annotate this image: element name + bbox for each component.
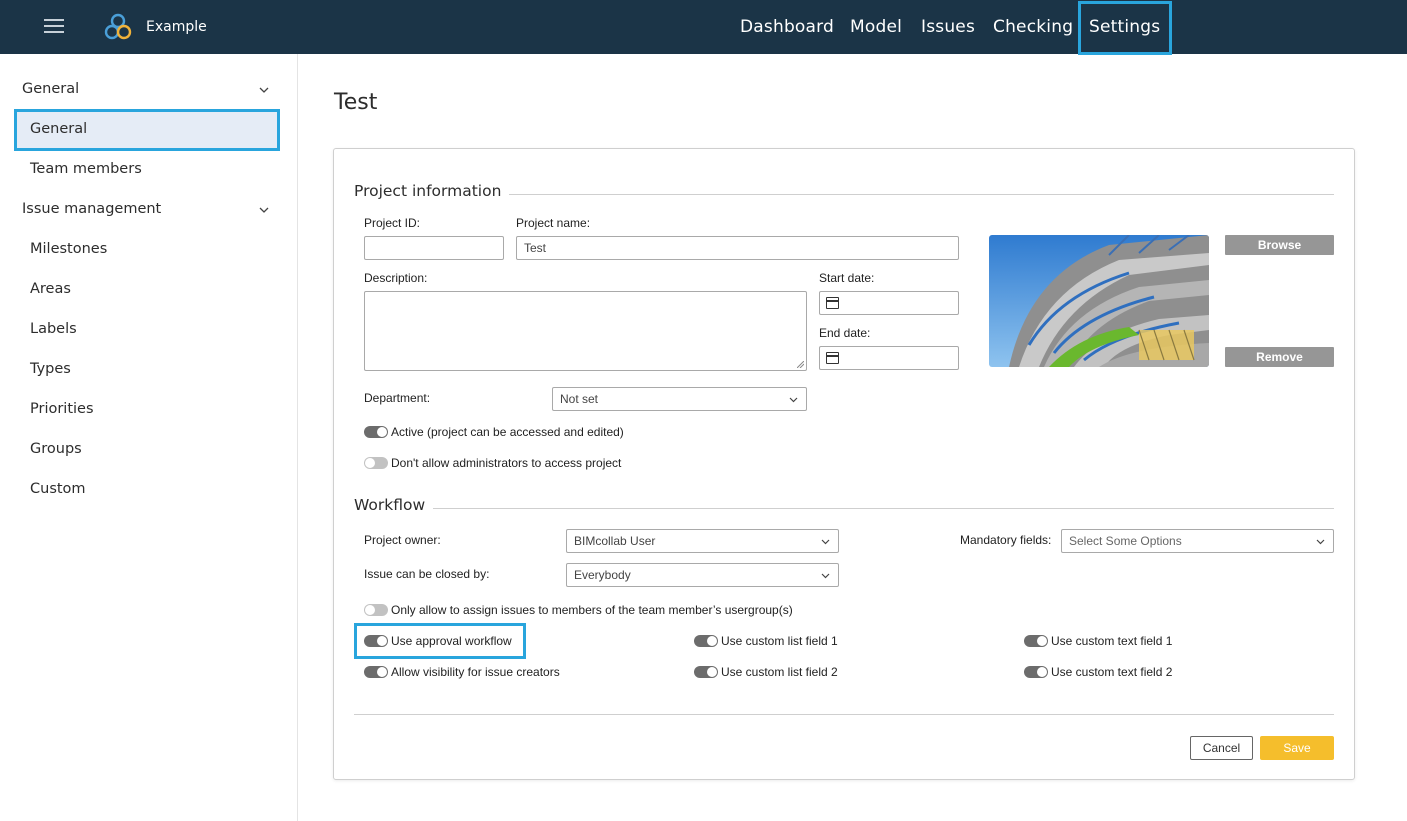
chevron-down-icon (821, 539, 830, 545)
sidebar-group-general[interactable]: General (22, 81, 79, 97)
nav-dashboard[interactable]: Dashboard (740, 0, 834, 54)
end-date-label: End date: (819, 326, 871, 340)
start-date-input[interactable] (819, 291, 959, 315)
sidebar-item-general[interactable]: General (30, 121, 87, 137)
chevron-down-icon[interactable] (259, 205, 269, 215)
page-title: Test (334, 90, 378, 115)
project-owner-select[interactable]: BIMcollab User (566, 529, 839, 553)
approval-workflow-label: Use approval workflow (391, 634, 512, 648)
save-button[interactable]: Save (1260, 736, 1334, 760)
end-date-input[interactable] (819, 346, 959, 370)
description-label: Description: (364, 271, 428, 285)
active-project-label: Active (project can be accessed and edit… (391, 425, 624, 439)
custom-list-field-1-label: Use custom list field 1 (721, 634, 838, 648)
nav-model[interactable]: Model (850, 0, 902, 54)
custom-text-field-1-label: Use custom text field 1 (1051, 634, 1173, 648)
sidebar-item-labels[interactable]: Labels (30, 321, 77, 337)
hamburger-menu-icon[interactable] (44, 17, 64, 35)
cancel-button[interactable]: Cancel (1190, 736, 1253, 760)
mandatory-fields-label: Mandatory fields: (960, 533, 1052, 547)
section-title-workflow: Workflow (354, 496, 434, 514)
mandatory-fields-placeholder: Select Some Options (1069, 534, 1182, 548)
project-id-label: Project ID: (364, 216, 421, 230)
browse-button[interactable]: Browse (1225, 235, 1334, 255)
sidebar-item-priorities[interactable]: Priorities (30, 401, 94, 417)
chevron-down-icon[interactable] (259, 85, 269, 95)
closed-by-label: Issue can be closed by: (364, 567, 490, 581)
department-select[interactable]: Not set (552, 387, 807, 411)
remove-button[interactable]: Remove (1225, 347, 1334, 367)
section-title-project-information: Project information (354, 182, 510, 200)
section-divider (354, 508, 1334, 509)
project-id-input[interactable] (364, 236, 504, 260)
project-owner-label: Project owner: (364, 533, 441, 547)
custom-text-field-1-toggle[interactable] (1024, 635, 1048, 647)
sidebar-item-groups[interactable]: Groups (30, 441, 82, 457)
approval-workflow-toggle[interactable] (364, 635, 388, 647)
custom-list-field-2-toggle[interactable] (694, 666, 718, 678)
custom-text-field-2-label: Use custom text field 2 (1051, 665, 1173, 679)
deny-admin-access-label: Don't allow administrators to access pro… (391, 456, 622, 470)
sidebar-item-milestones[interactable]: Milestones (30, 241, 107, 257)
app-title: Example (146, 19, 207, 35)
custom-list-field-2-label: Use custom list field 2 (721, 665, 838, 679)
chevron-down-icon (821, 573, 830, 579)
nav-issues[interactable]: Issues (921, 0, 975, 54)
assign-usergroup-label: Only allow to assign issues to members o… (391, 603, 793, 617)
project-owner-value: BIMcollab User (574, 534, 656, 548)
resize-grip-icon[interactable] (797, 361, 804, 368)
deny-admin-access-toggle[interactable] (364, 457, 388, 469)
settings-highlight-box (1078, 1, 1172, 55)
department-label: Department: (364, 391, 431, 405)
description-textarea[interactable] (364, 291, 807, 371)
sidebar-item-custom[interactable]: Custom (30, 481, 86, 497)
nav-checking[interactable]: Checking (993, 0, 1073, 54)
sidebar-item-types[interactable]: Types (30, 361, 71, 377)
calendar-icon[interactable] (826, 297, 839, 309)
visibility-creators-label: Allow visibility for issue creators (391, 665, 560, 679)
sidebar-group-issue-management[interactable]: Issue management (22, 201, 161, 217)
custom-list-field-1-toggle[interactable] (694, 635, 718, 647)
settings-sidebar: General General Team members Issue manag… (0, 54, 298, 821)
project-name-label: Project name: (516, 216, 591, 230)
sidebar-item-team-members[interactable]: Team members (30, 161, 142, 177)
custom-text-field-2-toggle[interactable] (1024, 666, 1048, 678)
department-value: Not set (560, 392, 599, 406)
active-project-toggle[interactable] (364, 426, 388, 438)
start-date-label: Start date: (819, 271, 875, 285)
closed-by-value: Everybody (574, 568, 631, 582)
bimcollab-logo-icon (104, 13, 132, 40)
assign-usergroup-toggle[interactable] (364, 604, 388, 616)
chevron-down-icon (789, 397, 798, 403)
closed-by-select[interactable]: Everybody (566, 563, 839, 587)
sidebar-item-areas[interactable]: Areas (30, 281, 71, 297)
visibility-creators-toggle[interactable] (364, 666, 388, 678)
project-thumbnail-image (989, 235, 1209, 367)
footer-divider (354, 714, 1334, 715)
calendar-icon[interactable] (826, 352, 839, 364)
top-navigation-bar: Example Dashboard Model Issues Checking … (0, 0, 1407, 54)
chevron-down-icon (1316, 539, 1325, 545)
mandatory-fields-select[interactable]: Select Some Options (1061, 529, 1334, 553)
project-name-input[interactable]: Test (516, 236, 959, 260)
